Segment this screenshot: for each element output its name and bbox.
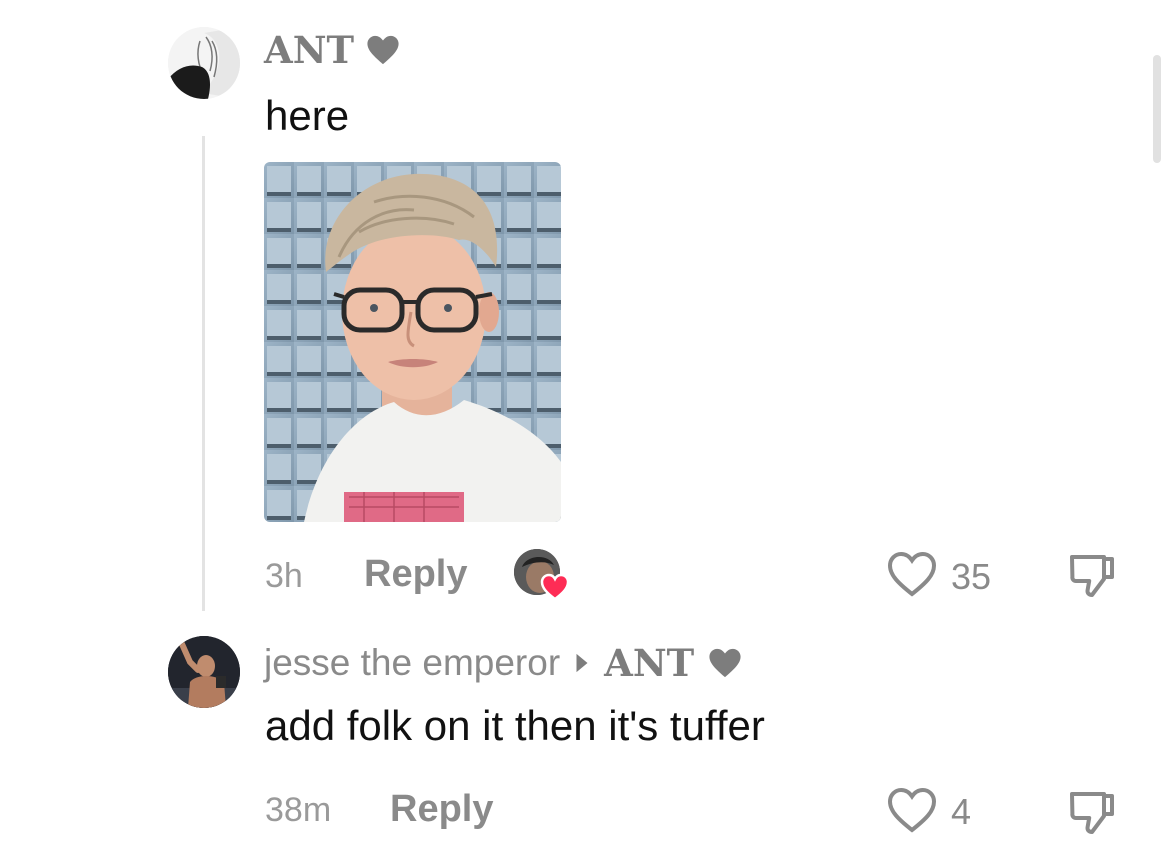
heart-outline-icon[interactable] xyxy=(886,786,938,834)
triangle-right-icon xyxy=(576,653,588,673)
heart-filled-icon xyxy=(540,573,570,601)
comment-text: here xyxy=(265,92,350,139)
heart-icon xyxy=(709,648,741,678)
avatar-art xyxy=(168,636,240,708)
thumbs-down-outline-icon[interactable] xyxy=(1066,786,1118,838)
reply-button[interactable]: Reply xyxy=(390,788,493,831)
heart-icon xyxy=(367,35,399,65)
username[interactable]: jesse the emperor xyxy=(264,642,560,684)
timestamp: 3h xyxy=(265,557,303,595)
username[interactable]: ANT xyxy=(264,28,354,72)
comment-header: ANT xyxy=(264,28,400,72)
timestamp: 38m xyxy=(265,791,332,829)
reply-to-username[interactable]: ANT xyxy=(604,641,694,685)
comment-text: add folk on it then it's tuffer xyxy=(265,702,765,749)
thread-line xyxy=(202,136,205,611)
avatar[interactable] xyxy=(168,636,240,708)
heart-outline-icon[interactable] xyxy=(886,550,938,598)
photo-portrait xyxy=(264,162,561,522)
like-count: 4 xyxy=(951,791,972,832)
comment-header: jesse the emperor ANT xyxy=(264,641,742,685)
like-count: 35 xyxy=(951,556,992,597)
comment-image[interactable] xyxy=(264,162,561,522)
scrollbar[interactable] xyxy=(1153,55,1161,163)
reply-button[interactable]: Reply xyxy=(364,553,467,596)
creator-liked-badge xyxy=(514,549,570,601)
avatar[interactable] xyxy=(168,27,240,99)
thumbs-down-outline-icon[interactable] xyxy=(1066,549,1118,601)
avatar-art xyxy=(168,27,240,99)
